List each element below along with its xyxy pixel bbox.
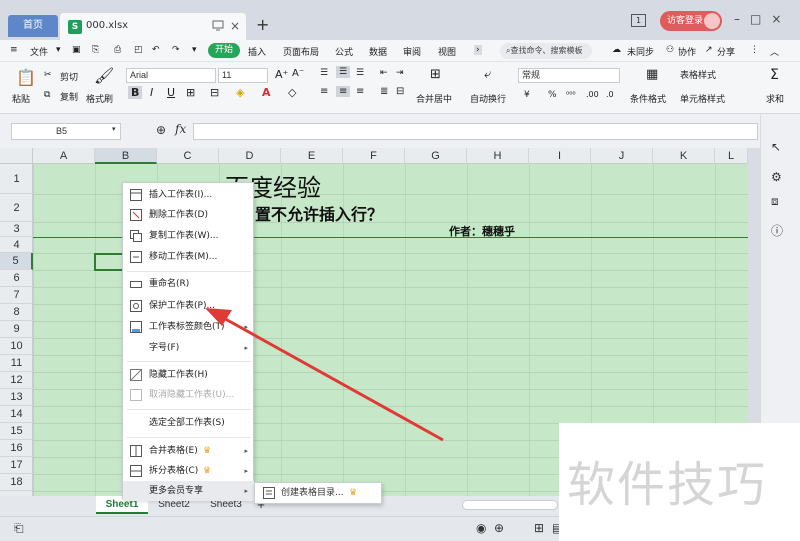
- watermark: 软件技巧: [559, 423, 800, 541]
